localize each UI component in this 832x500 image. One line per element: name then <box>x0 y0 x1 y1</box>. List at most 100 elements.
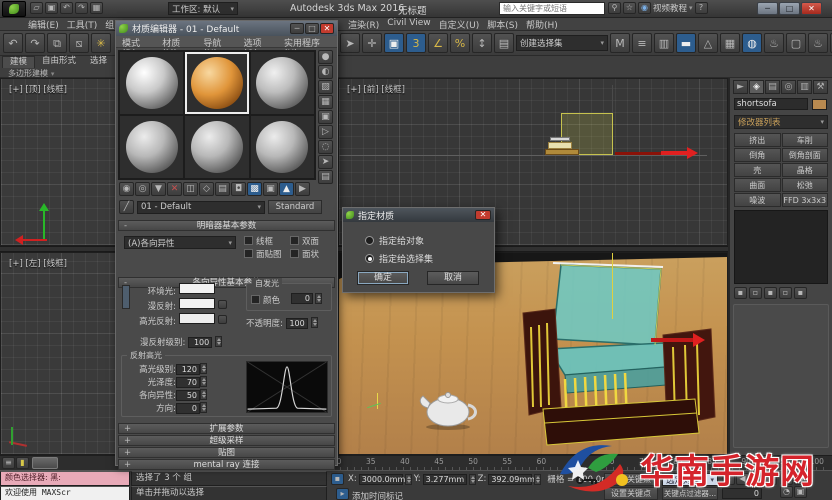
color-lock-ambient-diffuse-icon[interactable] <box>122 285 130 309</box>
render-setup-icon[interactable]: ♨ <box>764 33 784 53</box>
material-type-button[interactable]: Standard <box>268 200 322 214</box>
zoom-view-icon[interactable]: ⊕ <box>794 473 807 485</box>
app-logo-icon[interactable] <box>2 1 26 17</box>
make-unique-icon[interactable]: ▪ <box>764 287 777 299</box>
orientation-spinner[interactable] <box>200 402 207 413</box>
material-name-dropdown[interactable]: 01 - Default ▾ <box>137 200 265 214</box>
gizmo-y-axis[interactable] <box>43 211 45 241</box>
project-folder-icon[interactable]: ▦ <box>90 2 103 14</box>
edit-named-selections-icon[interactable]: ▤ <box>494 33 514 53</box>
modifier-button[interactable]: 倒角 <box>734 148 781 162</box>
material-editor-menu-item[interactable]: 选项(O) <box>240 36 278 59</box>
remove-modifier-icon[interactable]: ▫ <box>779 287 792 299</box>
schematic-view-icon[interactable]: ▦ <box>720 33 740 53</box>
redo-icon[interactable]: ↷ <box>25 33 45 53</box>
ribbon-tab-modeling[interactable]: 建模 <box>2 56 36 68</box>
layer-manager-icon[interactable]: ▥ <box>654 33 674 53</box>
sample-type-icon[interactable]: ● <box>318 50 333 64</box>
redo-icon[interactable]: ↷ <box>75 2 88 14</box>
shader-rollout-header[interactable]: 明暗器基本参数 <box>118 220 335 231</box>
go-to-end-icon[interactable]: » <box>764 473 777 485</box>
play-icon[interactable]: ▶ <box>750 473 763 485</box>
material-id-channel-icon[interactable]: ◘ <box>231 182 246 196</box>
x-coord-field[interactable]: 3000.0mm <box>358 473 405 485</box>
modifier-button[interactable]: 挤出 <box>734 133 781 147</box>
material-editor-icon[interactable]: ◍ <box>742 33 762 53</box>
shader-type-dropdown[interactable]: (A)各向异性 ▾ <box>124 236 236 249</box>
diffuse-level-value[interactable]: 100 <box>188 337 213 348</box>
material-editor-menu-item[interactable]: 实用程序(U) <box>280 36 335 59</box>
opacity-spinner[interactable] <box>310 317 318 328</box>
menu-item[interactable]: 自定义(U) <box>435 18 484 31</box>
gizmo-x-shaft[interactable] <box>651 338 693 342</box>
material-editor-titlebar[interactable]: 材质编辑器 - 01 - Default ─ □ ✕ <box>116 21 337 36</box>
viewport-left-label[interactable]: [+] [左] [线框] <box>9 257 67 269</box>
object-name-field[interactable] <box>734 98 808 110</box>
ribbon-panel-label[interactable]: 多边形建模 <box>8 69 48 78</box>
opacity-value[interactable]: 100 <box>285 318 308 329</box>
menu-item[interactable]: 编辑(E) <box>24 18 63 31</box>
x-spinner[interactable] <box>404 473 412 485</box>
curve-editor-icon[interactable]: △ <box>698 33 718 53</box>
sample-tiling-icon[interactable]: ▦ <box>318 95 333 109</box>
hierarchy-tab-icon[interactable]: ▤ <box>765 80 780 94</box>
favorites-star-icon[interactable]: ☆ <box>623 2 636 14</box>
previous-frame-icon[interactable]: ◀ <box>736 473 749 485</box>
reset-map-icon[interactable]: ✕ <box>167 182 182 196</box>
close-button[interactable]: ✕ <box>801 2 822 15</box>
selection-filter-combo[interactable]: 选定对象 ▾ <box>662 473 718 486</box>
undo-icon[interactable]: ↶ <box>3 33 23 53</box>
shader-checkbox[interactable]: 双面 <box>290 234 334 247</box>
maximize-viewport-icon[interactable]: ▣ <box>794 486 807 498</box>
assign-material-to-selection-icon[interactable]: ▼ <box>151 182 166 196</box>
teapot-object[interactable] <box>415 383 479 431</box>
viewport-front-label[interactable]: [+] [前] [线框] <box>347 83 405 95</box>
shader-checkbox[interactable]: 线框 <box>244 234 288 247</box>
pan-view-icon[interactable]: ✛ <box>780 473 793 485</box>
auto-key-button[interactable]: 自动关键点 <box>604 473 658 486</box>
save-file-icon[interactable]: ▣ <box>45 2 58 14</box>
signin-icon[interactable]: ◉ <box>638 2 651 14</box>
selection-lock-icon[interactable]: ▪ <box>331 473 344 485</box>
angle-snap-icon[interactable]: ∠ <box>428 33 448 53</box>
maximize-icon[interactable]: □ <box>305 23 319 34</box>
dialog-titlebar[interactable]: 指定材质 ✕ <box>343 208 494 222</box>
snaps-toggle-icon[interactable]: 3 <box>406 33 426 53</box>
make-preview-icon[interactable]: ▷ <box>318 125 333 139</box>
y-spinner[interactable] <box>468 473 476 485</box>
specular-color-swatch[interactable] <box>178 313 215 324</box>
sample-slot[interactable] <box>250 116 314 178</box>
specular-level-spinner[interactable] <box>200 363 207 374</box>
material-options-icon[interactable]: ◌ <box>318 140 333 154</box>
go-to-start-icon[interactable]: « <box>722 473 735 485</box>
macro-recorder-line[interactable]: 颜色选择器: 黑: <box>0 471 130 486</box>
select-and-link-icon[interactable]: ⧉ <box>47 33 67 53</box>
cancel-button[interactable]: 取消 <box>427 271 479 285</box>
undo-icon[interactable]: ↶ <box>60 2 73 14</box>
z-coord-field[interactable]: 392.09mm <box>488 473 535 485</box>
percent-snap-icon[interactable]: % <box>450 33 470 53</box>
radio-assign-to-object[interactable]: 指定给对象 <box>365 234 424 247</box>
put-material-to-scene-icon[interactable]: ◎ <box>135 182 150 196</box>
sample-slot-selected[interactable] <box>185 52 249 114</box>
close-icon[interactable]: ✕ <box>320 23 334 34</box>
help-icon[interactable]: ? <box>694 2 708 14</box>
modifier-button[interactable]: 倒角剖面 <box>781 148 828 162</box>
shader-checkbox[interactable]: 面贴图 <box>244 247 288 260</box>
modifier-button[interactable]: FFD 3x3x3 <box>781 193 828 207</box>
make-material-copy-icon[interactable]: ◫ <box>183 182 198 196</box>
backlight-icon[interactable]: ◐ <box>318 65 333 79</box>
modifier-button[interactable]: 松弛 <box>781 178 828 192</box>
infocenter-label[interactable]: 视频教程 <box>653 2 687 14</box>
show-end-result-icon[interactable]: ▫ <box>749 287 762 299</box>
diffuse-map-button[interactable] <box>217 300 227 309</box>
search-icon[interactable]: ⚲ <box>608 2 621 14</box>
search-input[interactable] <box>499 2 605 15</box>
make-unique-icon[interactable]: ◇ <box>199 182 214 196</box>
spinner-snap-icon[interactable]: ↕ <box>472 33 492 53</box>
show-end-result-icon[interactable]: ▣ <box>263 182 278 196</box>
maxscript-listener-line[interactable]: 欢迎使用 MAXScr <box>0 486 130 500</box>
configure-modifier-sets-icon[interactable]: ▪ <box>794 287 807 299</box>
ribbon-toggle-icon[interactable]: ▬ <box>676 33 696 53</box>
render-production-icon[interactable]: ♨ <box>808 33 828 53</box>
